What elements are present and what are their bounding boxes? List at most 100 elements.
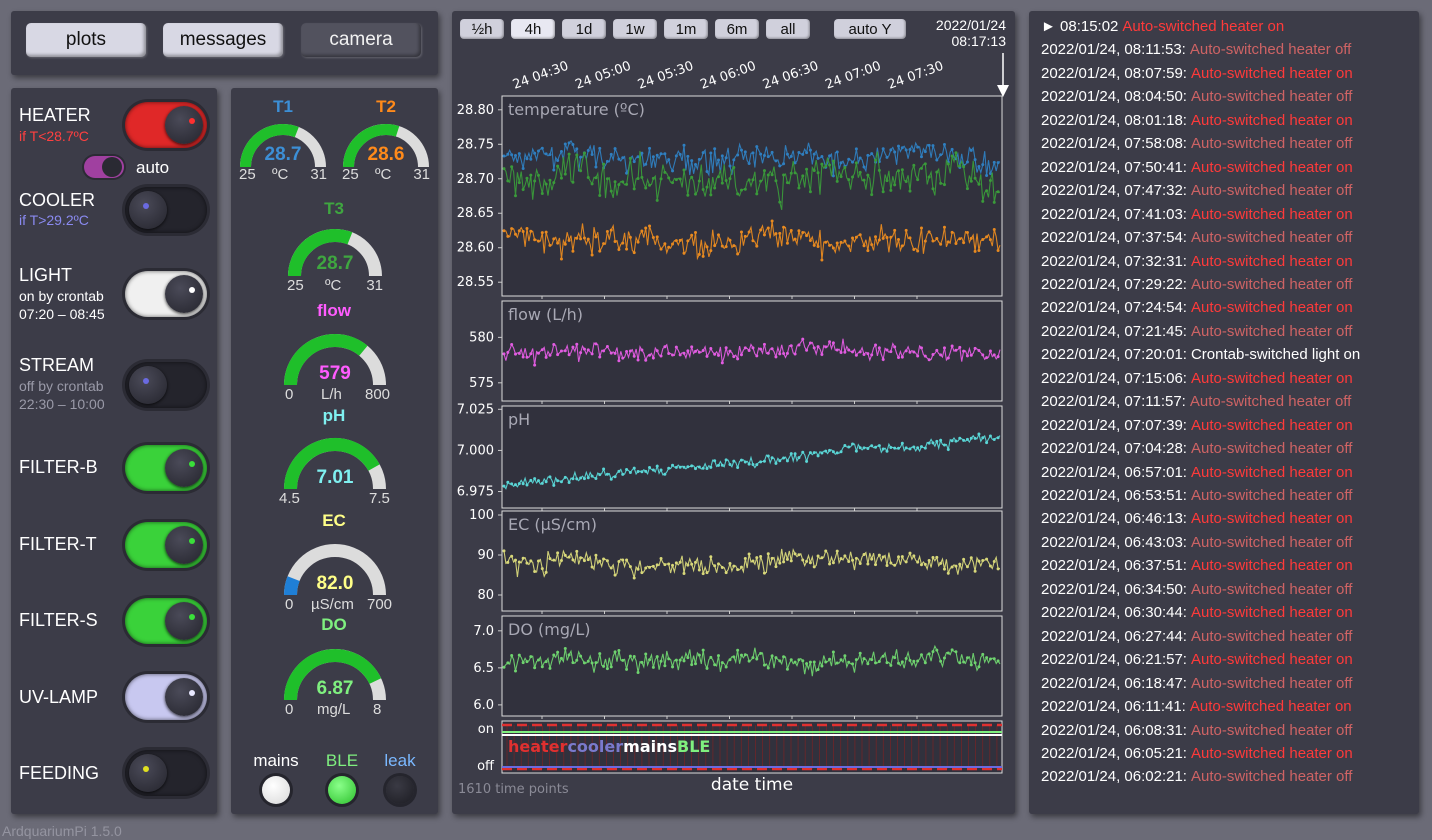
data-point	[751, 151, 755, 155]
data-point	[996, 161, 1000, 165]
data-point	[962, 660, 966, 664]
data-point	[651, 665, 655, 669]
data-point	[916, 249, 920, 253]
stream-switch[interactable]	[125, 362, 207, 408]
data-point	[969, 556, 973, 560]
data-point	[866, 447, 870, 451]
data-point	[939, 561, 943, 565]
data-point	[958, 661, 962, 665]
data-point	[808, 660, 812, 664]
sensor-chart[interactable]: 24 04:30 24 05:00 24 05:30 24 06:00 24 06:30…	[452, 11, 1015, 814]
y-tick-label: 100	[469, 508, 494, 523]
data-point	[648, 183, 652, 187]
data-point	[659, 557, 663, 561]
log-entry: 2022/01/24, 07:58:08: Auto-switched heate…	[1041, 135, 1352, 152]
filter-t-label: FILTER-T	[19, 534, 97, 554]
data-point	[808, 238, 812, 242]
data-point	[858, 233, 862, 237]
filter-s-knob	[165, 602, 203, 640]
data-point	[709, 555, 713, 559]
heater-switch[interactable]	[125, 102, 207, 148]
log-timestamp: 2022/01/24, 07:15:06:	[1041, 369, 1187, 387]
data-point	[579, 556, 583, 560]
data-point	[716, 158, 720, 162]
data-point	[805, 348, 809, 352]
data-point	[590, 253, 594, 257]
log-entry: 2022/01/24, 06:43:03: Auto-switched heate…	[1041, 534, 1352, 551]
cooler-switch[interactable]	[125, 187, 207, 233]
data-point	[755, 192, 759, 196]
data-point	[912, 247, 916, 251]
data-point	[502, 229, 506, 233]
data-point	[690, 175, 694, 179]
filter-b-switch[interactable]	[125, 445, 207, 491]
ec-min: 0	[285, 596, 294, 613]
log-timestamp: 2022/01/24, 08:11:53:	[1041, 41, 1186, 59]
data-point	[529, 655, 533, 659]
data-point	[851, 350, 855, 354]
data-point	[594, 477, 598, 481]
data-point	[728, 349, 732, 353]
data-point	[617, 648, 621, 652]
tab-messages[interactable]: messages	[163, 23, 283, 57]
data-point	[533, 363, 537, 367]
tab-camera[interactable]: camera	[301, 23, 421, 57]
data-point	[831, 341, 835, 345]
data-point	[559, 656, 563, 660]
y-tick-label: 7.025	[457, 402, 494, 417]
data-point	[617, 469, 621, 473]
data-point	[820, 451, 824, 455]
data-point	[874, 661, 878, 665]
data-point	[613, 351, 617, 355]
filter-t-switch[interactable]	[125, 522, 207, 568]
data-point	[797, 229, 801, 233]
t2-title: T2	[376, 97, 396, 116]
data-point	[747, 178, 751, 182]
do-value: 6.87	[316, 678, 354, 699]
uv-lamp-switch[interactable]	[125, 674, 207, 720]
data-point	[801, 450, 805, 454]
data-point	[812, 346, 816, 350]
tab-plots[interactable]: plots	[26, 23, 146, 57]
data-point	[962, 349, 966, 353]
data-point	[839, 658, 843, 662]
data-point	[919, 155, 923, 159]
feeding-switch[interactable]	[125, 750, 207, 796]
data-point	[705, 354, 709, 358]
data-point	[513, 194, 517, 198]
data-point	[747, 230, 751, 234]
data-point	[881, 358, 885, 362]
data-point	[556, 353, 560, 357]
data-point	[977, 249, 981, 253]
log-message: Auto-switched heater off	[1190, 322, 1353, 340]
data-point	[667, 657, 671, 661]
data-point	[889, 148, 893, 152]
heater-auto-toggle[interactable]	[84, 156, 124, 178]
ph-max: 7.5	[369, 490, 390, 507]
data-point	[655, 349, 659, 353]
data-point	[739, 458, 743, 462]
data-point	[992, 438, 996, 442]
data-point	[789, 658, 793, 662]
data-point	[544, 660, 548, 664]
data-point	[667, 176, 671, 180]
controls-panel: HEATER if T<28.7ºC auto COOLER if T>29.2…	[11, 88, 217, 814]
data-point	[962, 438, 966, 442]
data-point	[755, 244, 759, 248]
data-point	[678, 177, 682, 181]
data-point	[755, 145, 759, 149]
data-point	[728, 164, 732, 168]
data-point	[602, 349, 606, 353]
log-message: Auto-switched heater on	[1190, 369, 1353, 387]
data-point	[900, 146, 904, 150]
data-point	[996, 436, 1000, 440]
data-point	[766, 226, 770, 230]
log-timestamp: 2022/01/24, 06:37:51:	[1041, 557, 1187, 575]
data-point	[575, 236, 579, 240]
filter-s-switch[interactable]	[125, 598, 207, 644]
heater-condition: if T<28.7ºC	[19, 128, 89, 144]
data-point	[820, 258, 824, 262]
light-switch[interactable]	[125, 271, 207, 317]
data-point	[724, 179, 728, 183]
data-point	[728, 238, 732, 242]
